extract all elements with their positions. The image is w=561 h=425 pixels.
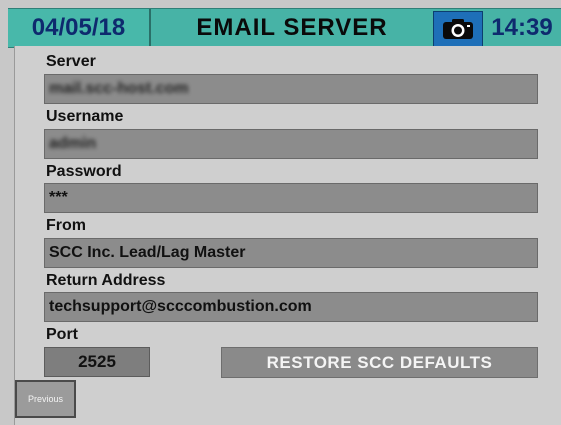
server-label: Server <box>46 53 96 70</box>
camera-button[interactable] <box>433 11 483 47</box>
page-title: EMAIL SERVER <box>196 14 388 41</box>
return-address-value: techsupport@scccombustion.com <box>49 298 312 315</box>
port-value: 2525 <box>78 352 116 371</box>
username-field[interactable]: admin <box>44 129 538 159</box>
from-value: SCC Inc. Lead/Lag Master <box>49 244 246 261</box>
port-field[interactable]: 2525 <box>44 347 150 377</box>
restore-defaults-button[interactable]: RESTORE SCC DEFAULTS <box>221 347 538 378</box>
password-label: Password <box>46 163 122 180</box>
server-value: mail.scc-host.com <box>49 80 189 97</box>
email-server-screen: 04/05/18 EMAIL SERVER 14:39 Server mail.… <box>0 0 561 425</box>
header-date: 04/05/18 <box>8 9 151 47</box>
port-label: Port <box>46 326 78 343</box>
username-value: admin <box>49 135 97 152</box>
previous-button[interactable]: Previous <box>15 380 76 418</box>
header-bar: 04/05/18 EMAIL SERVER 14:39 <box>8 8 561 48</box>
from-field[interactable]: SCC Inc. Lead/Lag Master <box>44 238 538 268</box>
password-value: *** <box>49 189 68 206</box>
password-field[interactable]: *** <box>44 183 538 213</box>
camera-icon <box>443 19 473 39</box>
return-address-label: Return Address <box>46 272 166 289</box>
return-address-field[interactable]: techsupport@scccombustion.com <box>44 292 538 322</box>
from-label: From <box>46 217 86 234</box>
username-label: Username <box>46 108 124 125</box>
server-field[interactable]: mail.scc-host.com <box>44 74 538 104</box>
header-time: 14:39 <box>491 14 553 41</box>
